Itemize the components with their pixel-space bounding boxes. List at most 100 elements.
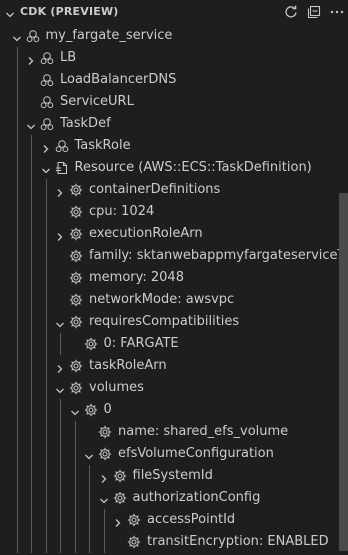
tree-item-my-fargate-service[interactable]: my_fargate_service [0, 25, 348, 47]
tree-item-serviceurl[interactable]: ServiceURL [0, 91, 348, 113]
tree-item-taskdef[interactable]: TaskDef [0, 113, 348, 135]
tree-item-cpu-1024[interactable]: cpu: 1024 [0, 201, 348, 223]
tree-item-label: 0 [103, 402, 112, 417]
gear-icon [112, 490, 128, 506]
tree-item-volumes[interactable]: volumes [0, 377, 348, 399]
chevron-right-icon[interactable] [54, 228, 66, 241]
tree-item-taskrole[interactable]: TaskRole [0, 135, 348, 157]
tree-item-label: TaskRole [74, 138, 131, 153]
chevron-down-icon[interactable] [4, 6, 16, 18]
tree-item-accesspointid[interactable]: accessPointId [0, 509, 348, 531]
tree-item-name-shared-efs-volume[interactable]: name: shared_efs_volume [0, 421, 348, 443]
cdk-panel-header[interactable]: CDK (PREVIEW) [0, 0, 348, 25]
chevron-right-icon[interactable] [25, 52, 37, 65]
tree-item-label: LoadBalancerDNS [60, 72, 177, 87]
gear-icon [112, 468, 128, 484]
vertical-scrollbar[interactable] [339, 193, 348, 551]
chevron-down-icon[interactable] [83, 448, 95, 460]
tree-item-0[interactable]: 0 [0, 399, 348, 421]
gear-icon [68, 358, 84, 374]
tree-item-filesystemid[interactable]: fileSystemId [0, 465, 348, 487]
tree-item-label: name: shared_efs_volume [118, 424, 289, 439]
tree-item-label: efsVolumeConfiguration [118, 446, 274, 461]
gear-icon [68, 292, 84, 308]
tree-item-authorizationconfig[interactable]: authorizationConfig [0, 487, 348, 509]
tree-item-resource-aws-ecs-taskdefinition[interactable]: Resource (AWS::ECS::TaskDefinition) [0, 157, 348, 179]
gear-icon [68, 314, 84, 330]
gear-icon [68, 270, 84, 286]
tree-item-requirescompatibilities[interactable]: requiresCompatibilities [0, 311, 348, 333]
tree-item-label: volumes [89, 380, 144, 395]
gear-icon [68, 380, 84, 396]
gear-icon [97, 446, 113, 462]
construct-icon [54, 138, 70, 154]
tree-item-label: family: sktanwebappmyfargateserviceT... [89, 248, 348, 263]
more-actions-icon[interactable] [329, 4, 345, 20]
tree-item-label: accessPointId [147, 512, 236, 527]
chevron-down-icon[interactable] [98, 492, 110, 504]
collapse-all-icon[interactable] [306, 4, 322, 20]
chevron-right-icon[interactable] [54, 360, 66, 373]
chevron-down-icon[interactable] [54, 316, 66, 328]
tree-item-label: cpu: 1024 [89, 204, 155, 219]
tree-item-label: Resource (AWS::ECS::TaskDefinition) [74, 160, 312, 175]
tree-item-label: executionRoleArn [89, 226, 203, 241]
tree-item-executionrolearn[interactable]: executionRoleArn [0, 223, 348, 245]
indent-guide [16, 47, 18, 553]
gear-icon [68, 226, 84, 242]
gear-icon [83, 402, 99, 418]
construct-icon [39, 50, 55, 66]
tree-item-taskrolearn[interactable]: taskRoleArn [0, 355, 348, 377]
tree-item-label: networkMode: awsvpc [89, 292, 235, 307]
chevron-right-icon[interactable] [54, 184, 66, 197]
gear-icon [126, 534, 142, 550]
indent-guide [74, 421, 76, 553]
gear-icon [68, 182, 84, 198]
tree-item-efsvolumeconfiguration[interactable]: efsVolumeConfiguration [0, 443, 348, 465]
tree-item-label: LB [60, 50, 77, 65]
tree-item-label: my_fargate_service [45, 28, 173, 43]
tree-item-family-sktanwebappmyfargateservicet[interactable]: family: sktanwebappmyfargateserviceT... [0, 245, 348, 267]
panel-title: CDK (PREVIEW) [20, 5, 119, 18]
chevron-down-icon[interactable] [54, 382, 66, 394]
tree-item-lb[interactable]: LB [0, 47, 348, 69]
chevron-down-icon[interactable] [11, 30, 23, 42]
chevron-down-icon[interactable] [69, 404, 81, 416]
tree-item-label: authorizationConfig [132, 490, 261, 505]
tree-item-label: requiresCompatibilities [89, 314, 240, 329]
indent-guide [60, 399, 61, 553]
construct-icon [39, 116, 55, 132]
indent-guide [45, 179, 47, 553]
gear-icon [68, 248, 84, 264]
chevron-right-icon[interactable] [98, 470, 110, 483]
tree-item-label: transitEncryption: ENABLED [147, 534, 329, 549]
gear-icon [97, 424, 113, 440]
indent-guide [60, 333, 61, 355]
refresh-icon[interactable] [283, 4, 299, 20]
gear-icon [68, 204, 84, 220]
gear-icon [126, 512, 142, 528]
chevron-right-icon[interactable] [40, 140, 52, 153]
chevron-down-icon[interactable] [40, 162, 52, 174]
construct-icon [39, 72, 55, 88]
tree-item-label: fileSystemId [132, 468, 213, 483]
tree-item-loadbalancerdns[interactable]: LoadBalancerDNS [0, 69, 348, 91]
resource-icon [54, 160, 70, 176]
tree-item-label: containerDefinitions [89, 182, 221, 197]
tree-item-label: 0: FARGATE [103, 336, 179, 351]
tree-item-transitencryption-enabled[interactable]: transitEncryption: ENABLED [0, 531, 348, 553]
indent-guide [31, 135, 32, 553]
chevron-right-icon[interactable] [112, 514, 124, 527]
gear-icon [83, 336, 99, 352]
tree-item-memory-2048[interactable]: memory: 2048 [0, 267, 348, 289]
tree-item-label: taskRoleArn [89, 358, 167, 373]
indent-guide [89, 465, 90, 553]
construct-icon [25, 28, 41, 44]
indent-guide [103, 509, 105, 553]
tree-item-label: ServiceURL [60, 94, 134, 109]
tree-item-containerdefinitions[interactable]: containerDefinitions [0, 179, 348, 201]
tree-item-0-fargate[interactable]: 0: FARGATE [0, 333, 348, 355]
chevron-down-icon[interactable] [25, 118, 37, 130]
tree-item-networkmode-awsvpc[interactable]: networkMode: awsvpc [0, 289, 348, 311]
tree-item-label: memory: 2048 [89, 270, 184, 285]
